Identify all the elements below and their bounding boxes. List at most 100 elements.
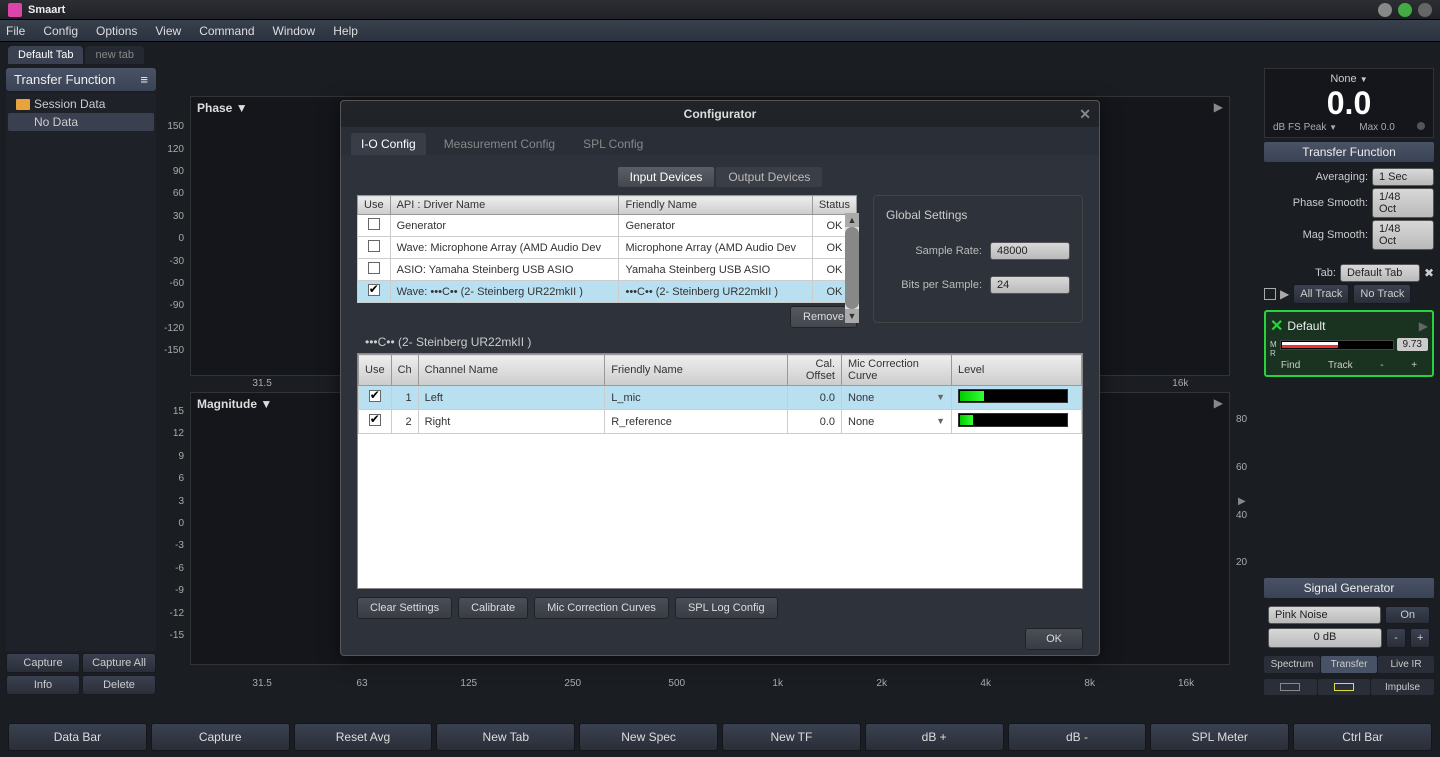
channel-th-ch[interactable]: Ch [391, 355, 418, 386]
menu-config[interactable]: Config [43, 24, 78, 38]
use-checkbox[interactable] [368, 218, 380, 230]
menu-view[interactable]: View [155, 24, 181, 38]
capture-all-button[interactable]: Capture All [82, 653, 156, 673]
bottom-btn-new-tab[interactable]: New Tab [436, 723, 575, 751]
phase-plot-play-icon[interactable]: ▶ [1214, 100, 1223, 114]
hamburger-icon[interactable]: ≡ [140, 72, 148, 87]
info-button[interactable]: Info [6, 675, 80, 695]
device-table-row[interactable]: ASIO: Yamaha Steinberg USB ASIOYamaha St… [358, 259, 857, 281]
channel-friendly-cell[interactable]: R_reference [605, 410, 788, 434]
bottom-btn-data-bar[interactable]: Data Bar [8, 723, 147, 751]
workspace-tab-new[interactable]: new tab [85, 46, 144, 64]
magnitude-plot-play-icon[interactable]: ▶ [1214, 396, 1223, 410]
no-track-button[interactable]: No Track [1353, 284, 1411, 304]
use-checkbox[interactable] [368, 240, 380, 252]
bottom-btn-db-plus[interactable]: dB + [865, 723, 1004, 751]
device-tab-input[interactable]: Input Devices [618, 167, 715, 187]
phase-smooth-select[interactable]: 1/48 Oct [1372, 188, 1434, 218]
modal-title-bar[interactable]: Configurator ✕ [341, 101, 1099, 127]
track-plus[interactable]: + [1411, 360, 1417, 371]
siggen-level[interactable]: 0 dB [1268, 628, 1382, 648]
all-track-button[interactable]: All Track [1293, 284, 1349, 304]
menu-options[interactable]: Options [96, 24, 137, 38]
menu-command[interactable]: Command [199, 24, 254, 38]
scroll-down-icon[interactable]: ▼ [845, 309, 859, 323]
bottom-btn-db-minus[interactable]: dB - [1008, 723, 1147, 751]
channel-th-use[interactable]: Use [359, 355, 392, 386]
siggen-plus-button[interactable]: + [1410, 628, 1430, 648]
modal-tab-measurement-config[interactable]: Measurement Config [434, 133, 565, 155]
meter-source[interactable]: None [1330, 73, 1356, 85]
device-table-row[interactable]: GeneratorGeneratorOK [358, 215, 857, 237]
siggen-minus-button[interactable]: - [1386, 628, 1406, 648]
workspace-tab-default[interactable]: Default Tab [8, 46, 83, 64]
channel-offset-cell[interactable]: 0.0 [788, 386, 842, 410]
channel-th-level[interactable]: Level [952, 355, 1082, 386]
device-th-api[interactable]: API : Driver Name [390, 196, 619, 215]
calibrate-button[interactable]: Calibrate [458, 597, 528, 619]
channel-offset-cell[interactable]: 0.0 [788, 410, 842, 434]
mic-correction-curves-button[interactable]: Mic Correction Curves [534, 597, 669, 619]
channel-th-mic[interactable]: Mic Correction Curve [842, 355, 952, 386]
bottom-btn-ctrl-bar[interactable]: Ctrl Bar [1293, 723, 1432, 751]
sample-rate-select[interactable]: 48000 [990, 242, 1070, 260]
bottom-btn-new-tf[interactable]: New TF [722, 723, 861, 751]
delete-button[interactable]: Delete [82, 675, 156, 695]
track-card[interactable]: ✕ Default ▶ M 9.73 R Find Track - + [1264, 310, 1434, 377]
siggen-type-select[interactable]: Pink Noise [1268, 606, 1381, 624]
use-checkbox[interactable] [369, 414, 381, 426]
dropdown-icon[interactable]: ▼ [936, 416, 945, 426]
track-minus[interactable]: - [1380, 360, 1383, 371]
menu-file[interactable]: File [6, 24, 25, 38]
use-checkbox[interactable] [368, 262, 380, 274]
channel-mic-cell[interactable]: None ▼ [842, 386, 952, 410]
device-table-scrollbar[interactable]: ▲ ▼ [845, 213, 859, 323]
mag-smooth-select[interactable]: 1/48 Oct [1372, 220, 1434, 250]
bottom-btn-new-spec[interactable]: New Spec [579, 723, 718, 751]
modal-tab-spl-config[interactable]: SPL Config [573, 133, 653, 155]
menu-window[interactable]: Window [273, 24, 316, 38]
meter-unit[interactable]: dB FS Peak [1273, 122, 1326, 133]
spl-log-config-button[interactable]: SPL Log Config [675, 597, 778, 619]
device-tab-output[interactable]: Output Devices [716, 167, 822, 187]
use-checkbox[interactable] [369, 390, 381, 402]
device-th-use[interactable]: Use [358, 196, 391, 215]
dropdown-icon[interactable]: ▼ [1360, 75, 1368, 84]
tree-leaf-no-data[interactable]: No Data [8, 113, 154, 131]
scroll-up-icon[interactable]: ▲ [845, 213, 859, 227]
bottom-btn-reset-avg[interactable]: Reset Avg [294, 723, 433, 751]
view-tab-spectrum[interactable]: Spectrum [1264, 656, 1320, 673]
channel-mic-cell[interactable]: None ▼ [842, 410, 952, 434]
channel-th-friendly[interactable]: Friendly Name [605, 355, 788, 386]
ok-button[interactable]: OK [1025, 628, 1083, 650]
settings-icon[interactable]: ✖ [1424, 266, 1434, 280]
track-play-icon[interactable]: ▶ [1419, 319, 1428, 333]
bottom-btn-spl-meter[interactable]: SPL Meter [1150, 723, 1289, 751]
channel-name-cell[interactable]: Right [418, 410, 605, 434]
close-window-icon[interactable] [1418, 3, 1432, 17]
capture-button[interactable]: Capture [6, 653, 80, 673]
channel-table-row[interactable]: 1LeftL_mic0.0None ▼ [359, 386, 1082, 410]
view-tab-transfer[interactable]: Transfer [1321, 656, 1377, 673]
tree-root-session-data[interactable]: Session Data [8, 95, 154, 113]
play-icon[interactable]: ▶ [1238, 496, 1246, 507]
view-tab-live-ir[interactable]: Live IR [1378, 656, 1434, 673]
track-close-icon[interactable]: ✕ [1270, 316, 1283, 336]
modal-tab-io-config[interactable]: I-O Config [351, 133, 426, 155]
impulse-box-2[interactable] [1318, 679, 1371, 695]
tab-select[interactable]: Default Tab [1340, 264, 1420, 282]
stop-icon[interactable] [1264, 288, 1276, 300]
maximize-icon[interactable] [1398, 3, 1412, 17]
menu-help[interactable]: Help [333, 24, 358, 38]
channel-table-row[interactable]: 2RightR_reference0.0None ▼ [359, 410, 1082, 434]
track-value[interactable]: 9.73 [1397, 338, 1428, 351]
device-table-row[interactable]: Wave: Microphone Array (AMD Audio DevMic… [358, 237, 857, 259]
device-th-status[interactable]: Status [812, 196, 856, 215]
modal-close-icon[interactable]: ✕ [1079, 106, 1091, 123]
device-th-friendly[interactable]: Friendly Name [619, 196, 812, 215]
dropdown-icon[interactable]: ▼ [936, 392, 945, 402]
channel-th-offset[interactable]: Cal. Offset [788, 355, 842, 386]
siggen-on-button[interactable]: On [1385, 606, 1430, 624]
channel-friendly-cell[interactable]: L_mic [605, 386, 788, 410]
track-track[interactable]: Track [1328, 360, 1353, 371]
